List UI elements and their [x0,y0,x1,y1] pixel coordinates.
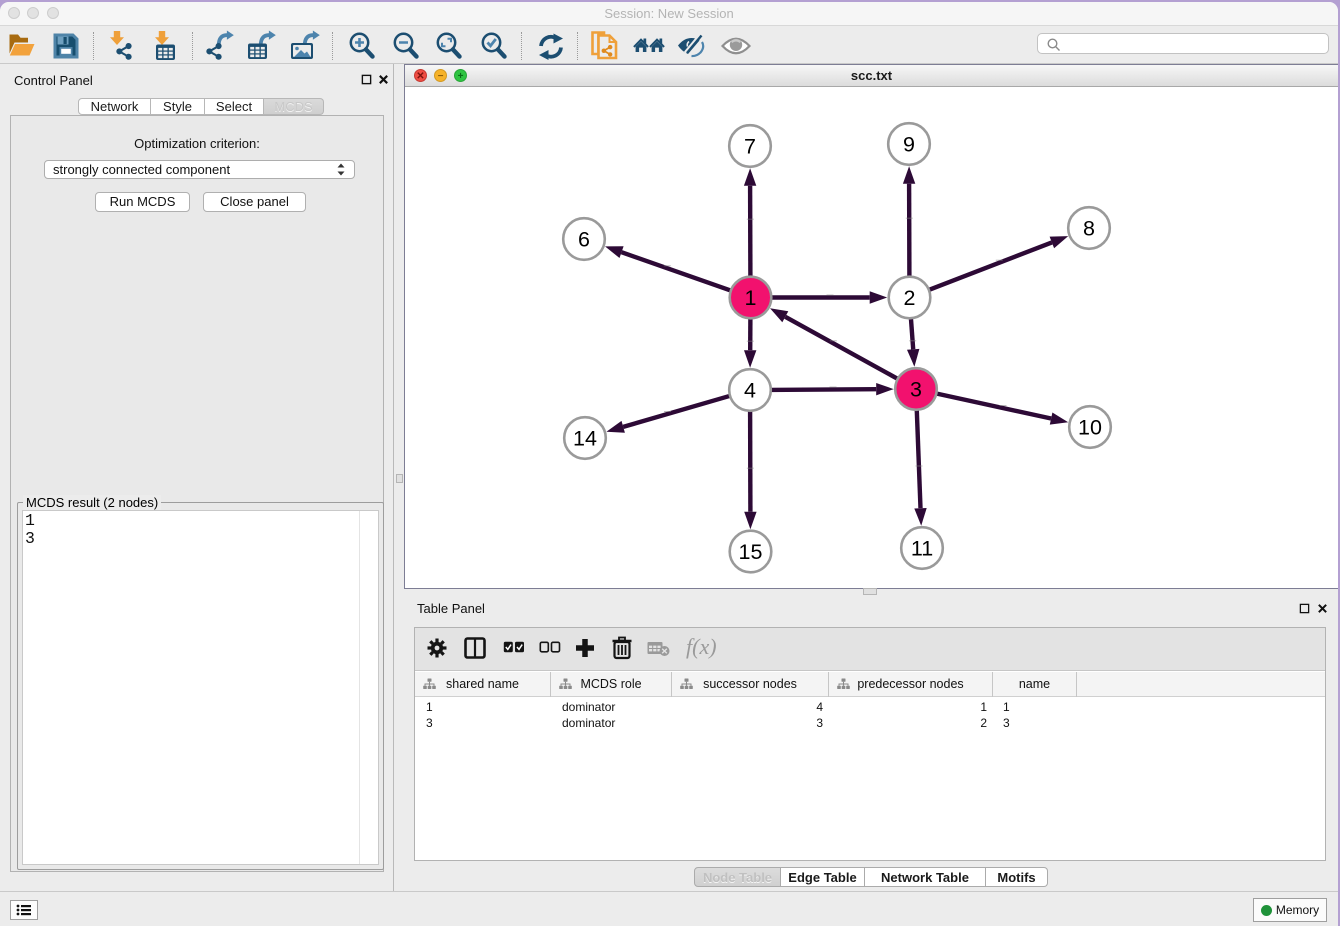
svg-text:11: 11 [911,537,933,561]
svg-text:9: 9 [903,133,915,157]
svg-text:7: 7 [744,135,756,159]
svg-text:4: 4 [744,379,756,403]
svg-text:8: 8 [1083,217,1095,241]
svg-text:2: 2 [904,286,916,310]
svg-text:3: 3 [910,378,922,402]
svg-text:15: 15 [739,540,763,564]
svg-text:14: 14 [573,427,597,451]
svg-text:10: 10 [1078,416,1102,440]
svg-text:6: 6 [578,228,590,252]
svg-text:1: 1 [745,286,757,310]
